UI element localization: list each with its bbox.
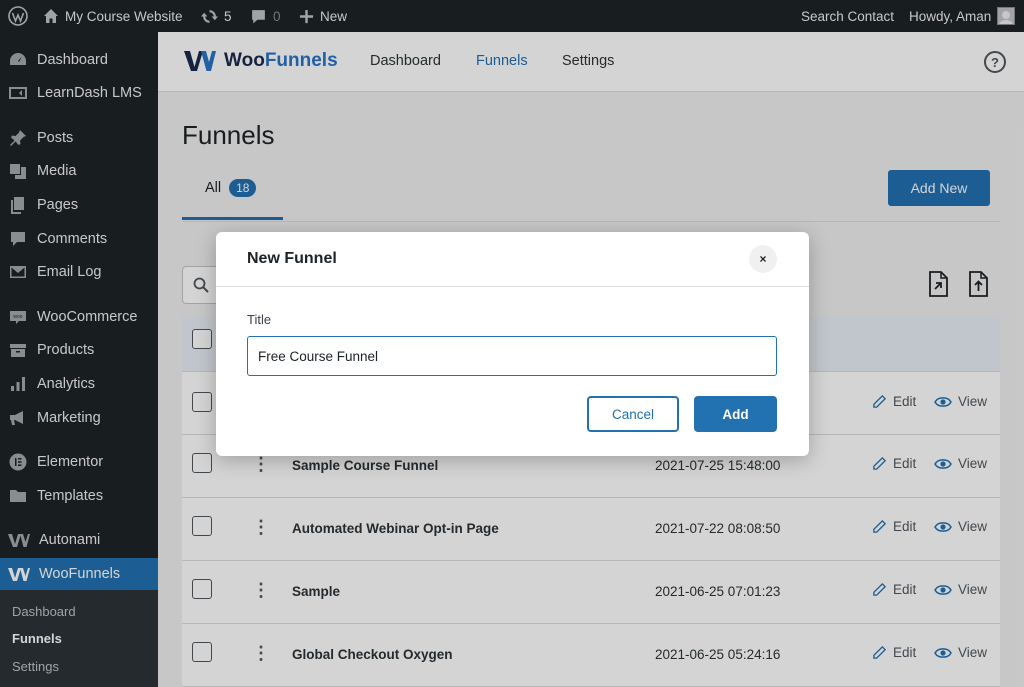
cancel-button[interactable]: Cancel (587, 396, 679, 432)
close-icon[interactable]: × (749, 245, 777, 273)
modal-header: New Funnel × (216, 232, 809, 287)
add-button[interactable]: Add (694, 396, 777, 432)
modal-title: New Funnel (247, 250, 337, 267)
title-input[interactable] (247, 336, 777, 376)
title-field-label: Title (247, 312, 272, 327)
new-funnel-modal: New Funnel × Title Cancel Add (216, 232, 809, 456)
